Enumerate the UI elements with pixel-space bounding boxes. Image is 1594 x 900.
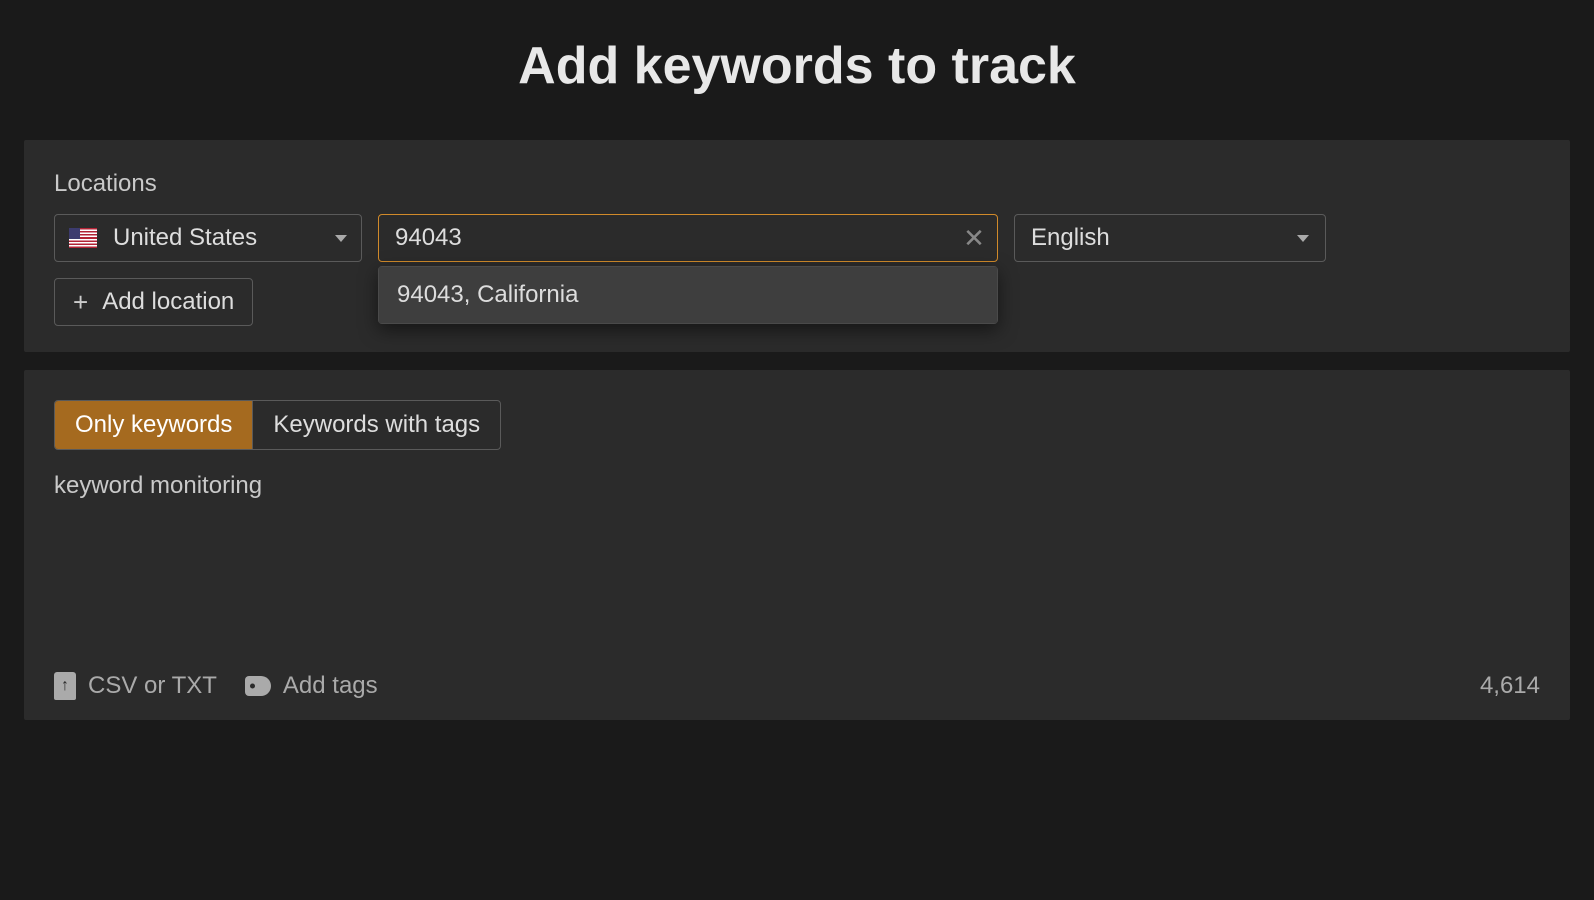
us-flag-icon: [69, 228, 97, 248]
location-input[interactable]: [378, 214, 998, 262]
chevron-down-icon: [335, 235, 347, 242]
tab-only-keywords[interactable]: Only keywords: [55, 401, 252, 449]
page-title: Add keywords to track: [0, 0, 1594, 140]
location-dropdown: 94043, California: [378, 266, 998, 324]
panel-footer: CSV or TXT Add tags 4,614: [54, 672, 1540, 700]
tag-icon: [245, 676, 271, 696]
country-value: United States: [113, 224, 257, 252]
location-input-wrap: ✕ 94043, California: [378, 214, 998, 262]
locations-label: Locations: [54, 170, 1540, 198]
country-select[interactable]: United States: [54, 214, 362, 262]
add-location-label: Add location: [102, 288, 234, 316]
language-select[interactable]: English: [1014, 214, 1326, 262]
tab-keywords-with-tags[interactable]: Keywords with tags: [252, 401, 500, 449]
add-tags-label: Add tags: [283, 672, 378, 700]
keyword-count: 4,614: [1480, 672, 1540, 700]
locations-panel: Locations United States ✕ 94043, Califor…: [24, 140, 1570, 352]
clear-icon[interactable]: ✕: [960, 224, 988, 252]
upload-button[interactable]: CSV or TXT: [54, 672, 217, 700]
add-tags-button[interactable]: Add tags: [245, 672, 378, 700]
add-location-button[interactable]: + Add location: [54, 278, 253, 326]
tab-group: Only keywords Keywords with tags: [54, 400, 501, 450]
location-suggestion[interactable]: 94043, California: [379, 267, 997, 323]
language-value: English: [1031, 224, 1110, 252]
chevron-down-icon: [1297, 235, 1309, 242]
keywords-textarea[interactable]: keyword monitoring: [54, 472, 1540, 652]
upload-label: CSV or TXT: [88, 672, 217, 700]
locations-row: United States ✕ 94043, California Englis…: [54, 214, 1540, 262]
upload-icon: [54, 672, 76, 700]
plus-icon: +: [73, 289, 88, 315]
keywords-panel: Only keywords Keywords with tags keyword…: [24, 370, 1570, 720]
